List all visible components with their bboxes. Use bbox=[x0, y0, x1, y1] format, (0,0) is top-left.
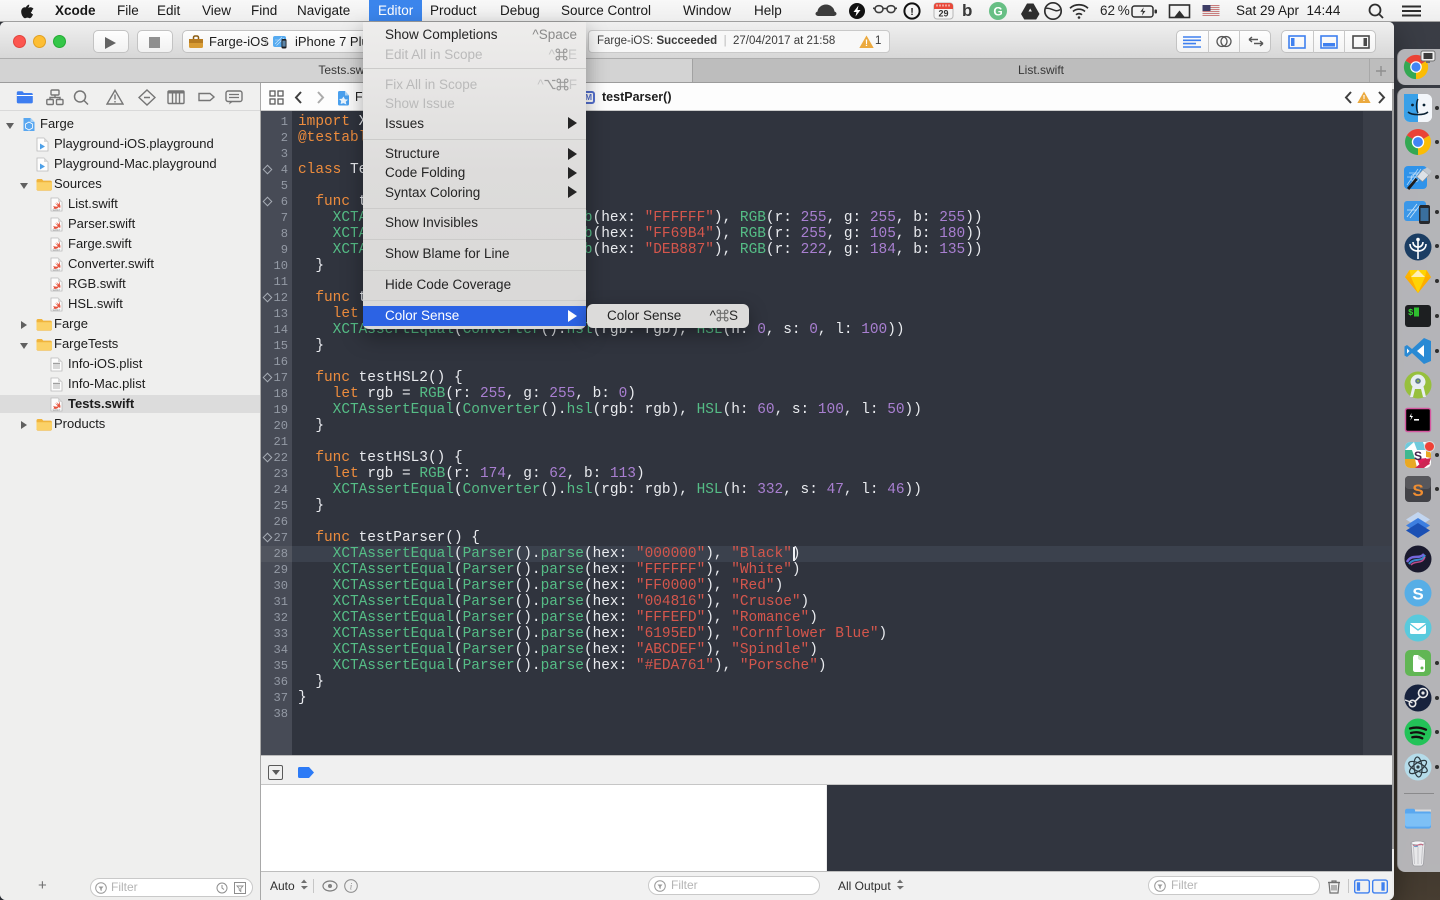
svg-text:SWIFT: SWIFT bbox=[52, 288, 60, 292]
svg-text:29: 29 bbox=[938, 9, 948, 19]
svg-text:S: S bbox=[1414, 449, 1422, 463]
svg-text:S: S bbox=[1412, 481, 1423, 500]
svg-text:!: ! bbox=[910, 7, 913, 18]
svg-text:G: G bbox=[993, 5, 1002, 19]
svg-text:i: i bbox=[350, 882, 353, 892]
svg-text:SWIFT: SWIFT bbox=[52, 208, 60, 212]
svg-text:SWIFT: SWIFT bbox=[52, 248, 60, 252]
svg-text:!: ! bbox=[1363, 93, 1366, 103]
svg-text:SWIFT: SWIFT bbox=[52, 228, 60, 232]
svg-text:$: $ bbox=[1408, 308, 1414, 318]
svg-text:S: S bbox=[1412, 585, 1423, 604]
svg-text:!: ! bbox=[865, 38, 868, 48]
svg-text:SWIFT: SWIFT bbox=[52, 308, 60, 312]
svg-text:SWIFT: SWIFT bbox=[52, 268, 60, 272]
svg-text:SWIFT: SWIFT bbox=[52, 408, 60, 412]
